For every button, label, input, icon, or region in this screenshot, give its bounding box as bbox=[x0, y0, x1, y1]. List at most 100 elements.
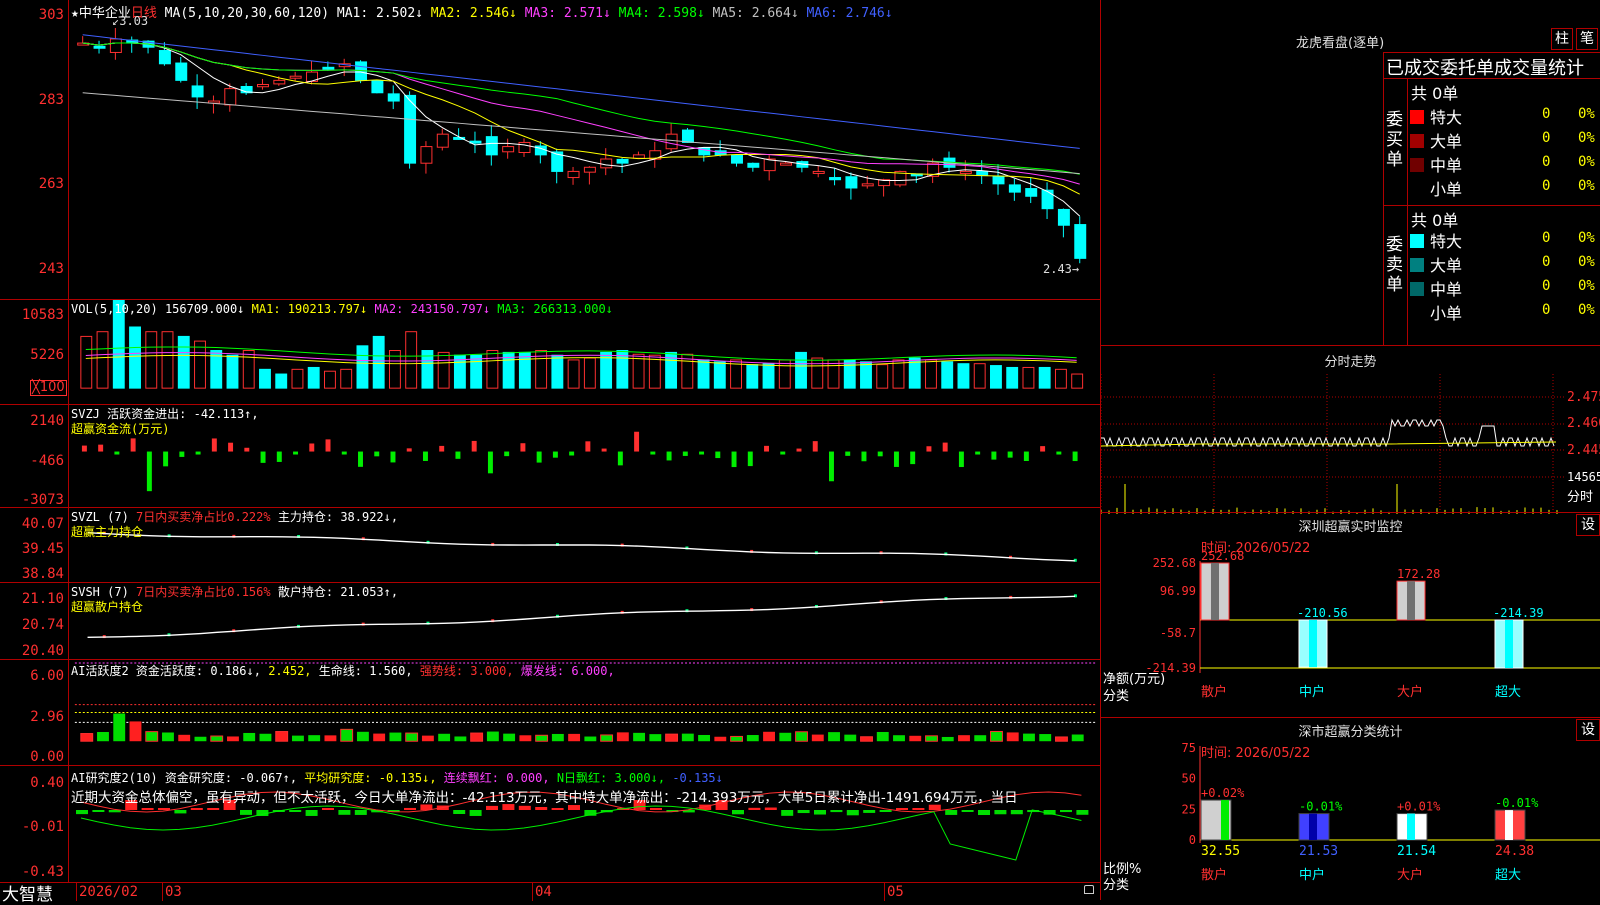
class-top-label: -0.01% bbox=[1495, 796, 1539, 810]
class-panel[interactable]: 深市超赢分类统计 设 时间: 2026/05/22 75 50 25 0 +0.02% 3… bbox=[1100, 717, 1600, 900]
ma-line bbox=[82, 42, 1081, 217]
candle-body bbox=[845, 176, 858, 189]
monitor-chart[interactable]: 252.68 96.99 -58.7 -214.39 252.68 散户 -210.56 中户… bbox=[1101, 513, 1600, 718]
activity-bar bbox=[909, 735, 922, 742]
class-chart[interactable]: 75 50 25 0 +0.02% 32.55 散户 -0.01% 21.53 中户 +0.01% 2… bbox=[1101, 718, 1600, 901]
candle-body bbox=[322, 66, 335, 70]
activity-bar bbox=[811, 734, 824, 742]
monitor-bar-shade bbox=[1407, 581, 1415, 620]
flow-bar bbox=[991, 451, 997, 460]
ai-activity-t5: 爆发线: 6.000, bbox=[520, 664, 615, 678]
activity-bar bbox=[779, 732, 792, 742]
monitor-panel[interactable]: 深圳超赢实时监控 设 时间: 2026/05/22 252.68 96.99 -58… bbox=[1100, 512, 1600, 717]
svsh-pane[interactable]: 21.10 20.74 20.40 SVSH (7) 7日内买卖净占比0.156… bbox=[0, 583, 1100, 660]
ma-line bbox=[82, 42, 1080, 175]
intraday-title: 分时走势 bbox=[1324, 355, 1377, 370]
ai-research-y-label: -0.01 bbox=[21, 819, 64, 835]
research-bar bbox=[912, 808, 925, 810]
class-y-label: 25 bbox=[1182, 802, 1196, 816]
avg-research-line bbox=[80, 805, 1082, 861]
candle-body bbox=[616, 158, 629, 164]
candle-body bbox=[681, 129, 694, 143]
order-row: 特大 bbox=[1410, 228, 1462, 252]
activity-bar bbox=[535, 734, 549, 742]
activity-bar bbox=[893, 735, 905, 742]
lhb-panel[interactable]: 龙虎看盘(逐单) 柱 笔 已成交委托单成交量统计 委买单 共 0单 委卖单 共 … bbox=[1100, 0, 1600, 345]
kline-pane[interactable]: 303 283 263 243 ★中华企业日线 MA(5,10,20,30,60… bbox=[0, 0, 1100, 300]
flow-bar bbox=[1056, 451, 1062, 455]
volume-bar bbox=[762, 363, 775, 389]
volume-bar bbox=[291, 368, 304, 389]
flow-bar bbox=[893, 451, 899, 467]
candle-body bbox=[1074, 224, 1087, 259]
flow-bar bbox=[877, 451, 883, 457]
ai-research-pane[interactable]: 0.40 -0.01 -0.43 AI研究度2(10) 资金研究度: -0.06… bbox=[0, 766, 1100, 882]
color-swatch bbox=[1410, 258, 1424, 272]
ma-item: MA3: 266313.000↓ bbox=[490, 302, 613, 316]
svzj-pane[interactable]: 2140 -466 -3073 SVZJ 活跃资金进出: -42.113↑, 超… bbox=[0, 405, 1100, 508]
activity-bar bbox=[714, 736, 727, 742]
ai-activity-t3: 生命线: 1.560, bbox=[318, 664, 413, 678]
volume-bar bbox=[275, 373, 288, 389]
candle-body bbox=[109, 38, 122, 53]
kline-chart[interactable] bbox=[70, 0, 1100, 299]
lock-icon[interactable] bbox=[1084, 885, 1094, 894]
flow-bar bbox=[163, 451, 169, 467]
kline-y-axis: 303 283 263 243 bbox=[0, 0, 69, 299]
activity-bar bbox=[568, 733, 581, 742]
ai-activity-y-label: 2.96 bbox=[30, 709, 64, 725]
activity-bar bbox=[470, 732, 484, 742]
volume-bar bbox=[632, 353, 645, 389]
candle-body bbox=[191, 85, 204, 98]
activity-bar bbox=[925, 735, 938, 742]
flow-bar bbox=[325, 439, 331, 452]
ai-activity-name: AI活跃度2 bbox=[71, 664, 129, 678]
ai-activity-pane[interactable]: 6.00 2.96 0.00 AI活跃度2 资金活跃度: 0.186↓, 2.4… bbox=[0, 660, 1100, 766]
activity-bar bbox=[194, 736, 207, 742]
research-bar bbox=[289, 810, 302, 812]
activity-bar bbox=[584, 736, 597, 742]
tick-view-button[interactable]: 笔 bbox=[1576, 28, 1598, 50]
activity-bar bbox=[1055, 736, 1068, 742]
research-bar bbox=[764, 807, 777, 810]
research-bar bbox=[76, 810, 88, 815]
intraday-panel[interactable]: 分时走势 2.475 2.460 2.445 14565 分时 bbox=[1100, 345, 1600, 514]
volume-bar bbox=[1006, 366, 1019, 389]
research-bar bbox=[797, 810, 810, 814]
research-bar bbox=[453, 810, 466, 814]
candle-body bbox=[976, 170, 989, 177]
svsh-text: 散户持仓: bbox=[277, 585, 334, 599]
order-type: 小单 bbox=[1430, 304, 1463, 323]
activity-bar bbox=[340, 728, 354, 742]
order-type: 小单 bbox=[1430, 180, 1463, 199]
activity-bar bbox=[210, 735, 224, 742]
volume-pane[interactable]: 10583 5226 ╳100 VOL(5,10,20) 156709.000↓… bbox=[0, 300, 1100, 405]
svzl-y-label: 38.84 bbox=[21, 566, 64, 582]
volume-bar bbox=[778, 359, 791, 389]
research-bar bbox=[978, 810, 990, 816]
app-logo[interactable]: 大智慧 bbox=[2, 880, 53, 905]
candle-body bbox=[1057, 208, 1070, 226]
monitor-category: 中户 bbox=[1299, 684, 1325, 700]
svzl-pane[interactable]: 40.07 39.45 38.84 SVZL (7) 7日内买卖净占比0.222… bbox=[0, 508, 1100, 583]
flow-bar bbox=[715, 451, 721, 459]
bar-view-button[interactable]: 柱 bbox=[1551, 28, 1573, 50]
order-count: 0 bbox=[1542, 278, 1551, 294]
volume-bar bbox=[194, 340, 206, 389]
flow-bar bbox=[114, 451, 120, 455]
class-y-label: 50 bbox=[1182, 772, 1196, 786]
flow-bar bbox=[796, 448, 802, 452]
monitor-value: 252.68 bbox=[1201, 549, 1244, 563]
monitor-bar-shade bbox=[1211, 563, 1219, 620]
flow-bar bbox=[1040, 446, 1046, 452]
intraday-chart[interactable] bbox=[1101, 374, 1600, 514]
ma-item: MA6: 2.746↓ bbox=[798, 6, 893, 21]
volume-y-label: 10583 bbox=[21, 307, 64, 323]
class-value: 24.38 bbox=[1495, 844, 1534, 859]
ai-research-header: AI研究度2(10) 资金研究度: -0.067↑, 平均研究度: -0.135… bbox=[71, 768, 723, 788]
candle-body bbox=[780, 162, 793, 166]
volume-header: VOL(5,10,20) 156709.000↓ MA1: 190213.797… bbox=[71, 302, 613, 316]
activity-bar bbox=[227, 736, 239, 742]
monitor-axis-cat: 分类 bbox=[1103, 689, 1130, 704]
activity-bar bbox=[746, 735, 759, 742]
